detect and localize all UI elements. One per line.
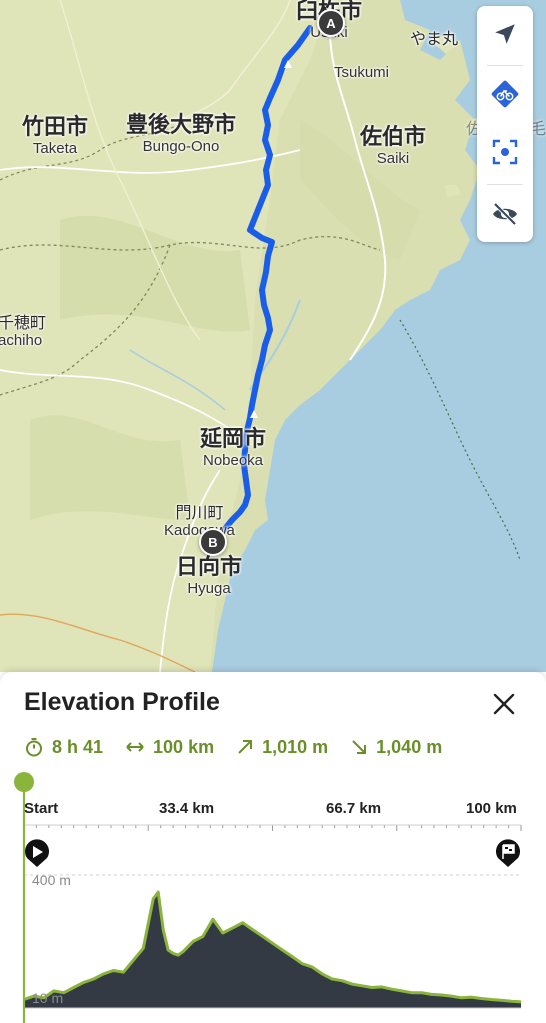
- start-flag-icon: [25, 839, 49, 867]
- y-max-label: 400 m: [32, 872, 71, 888]
- city-label-yamamaru: やま丸: [410, 29, 459, 48]
- navigation-arrow-icon: [495, 24, 515, 44]
- fit-route-button[interactable]: [477, 124, 533, 180]
- stat-duration: 8 h 41: [24, 737, 103, 758]
- finish-flag-icon: [496, 839, 520, 867]
- control-divider: [487, 184, 523, 185]
- city-label-tsukumi: Tsukumi: [334, 64, 390, 81]
- scrubber-handle: [14, 772, 34, 792]
- route-end-marker[interactable]: B: [199, 528, 227, 556]
- panel-title: Elevation Profile: [24, 688, 220, 716]
- city-label-nobeoka: 延岡市 Nobeoka: [200, 427, 267, 470]
- city-label-saiki: 佐伯市 Saiki: [360, 125, 427, 168]
- descent-value: 1,040 m: [376, 736, 443, 757]
- map-style-button[interactable]: [477, 66, 533, 122]
- bike-layer-icon: [491, 80, 519, 108]
- eye-off-icon: [493, 202, 517, 226]
- hide-route-button[interactable]: [477, 186, 533, 242]
- ascent-arrow-icon: [238, 740, 253, 754]
- route-start-marker[interactable]: A: [317, 9, 345, 37]
- locate-button[interactable]: [477, 6, 533, 62]
- close-button[interactable]: [488, 688, 520, 720]
- elevation-chart-svg: [14, 772, 522, 1023]
- x-tick-label: 33.4 km: [159, 800, 215, 817]
- city-label-takachiho: 千穂町 achiho: [0, 313, 47, 350]
- city-label-hyuga: 日向市 Hyuga: [176, 555, 243, 598]
- close-icon: [493, 693, 515, 715]
- descent-arrow-icon: [352, 740, 367, 754]
- map-view[interactable]: 臼杵市 Usuki Tsukumi やま丸 竹田市 Taketa 豊後大野市 B…: [0, 0, 546, 672]
- map-control-panel: [477, 6, 533, 242]
- elevation-panel: Elevation Profile 8 h 41 100 km 1,010 m: [0, 672, 546, 1023]
- x-tick-label: 100 km: [466, 800, 517, 817]
- stopwatch-icon: [26, 738, 42, 757]
- city-label-taketa: 竹田市 Taketa: [22, 115, 89, 158]
- duration-value: 8 h 41: [52, 736, 104, 757]
- stat-ascent: 1,010 m: [236, 737, 328, 758]
- stat-distance: 100 km: [125, 737, 214, 758]
- ascent-value: 1,010 m: [262, 736, 329, 757]
- elevation-chart[interactable]: Start 33.4 km 66.7 km 100 km 400 m 10 m: [0, 768, 546, 1023]
- map-base: [0, 0, 546, 672]
- route-stats: 8 h 41 100 km 1,010 m 1,040 m: [24, 736, 464, 758]
- city-label-bungo-ono: 豊後大野市 Bungo-Ono: [126, 113, 237, 156]
- fit-bounds-icon: [492, 139, 518, 165]
- x-tick-label: Start: [24, 800, 59, 817]
- stat-descent: 1,040 m: [350, 737, 442, 758]
- x-tick-label: 66.7 km: [326, 800, 382, 817]
- y-min-label: 10 m: [32, 990, 64, 1006]
- distance-arrows-icon: [126, 742, 144, 752]
- distance-value: 100 km: [153, 736, 215, 757]
- elevation-area: [24, 892, 521, 1008]
